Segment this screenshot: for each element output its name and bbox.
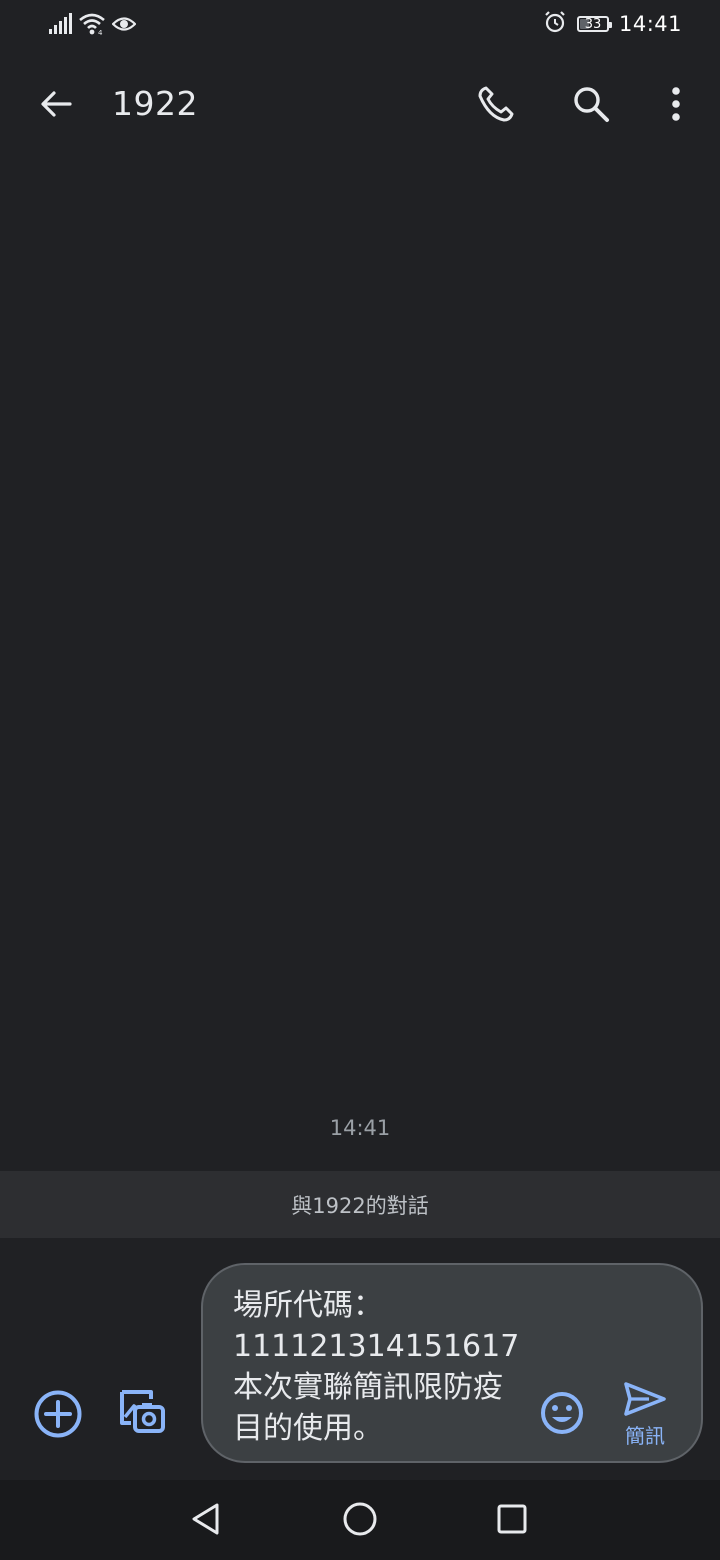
battery-icon: 33 — [576, 16, 612, 32]
gallery-icon — [117, 1387, 167, 1441]
status-right-icons: 33 14:41 — [543, 10, 682, 38]
messages-screen: 4 33 14:41 1922 14:41 與1922的對話 場所代碼： 111… — [0, 0, 720, 1560]
nav-back-button[interactable] — [181, 1496, 231, 1546]
add-circle-icon — [33, 1389, 83, 1443]
gallery-button[interactable] — [114, 1386, 170, 1442]
phone-icon — [477, 85, 515, 127]
wifi-icon: 4 — [78, 12, 106, 40]
navigation-bar — [0, 1480, 720, 1560]
signal-icon — [48, 13, 72, 39]
svg-text:4: 4 — [98, 29, 103, 36]
send-icon — [623, 1380, 667, 1422]
nav-recents-button[interactable] — [487, 1496, 537, 1546]
app-bar: 1922 — [0, 60, 720, 152]
back-button[interactable] — [28, 78, 84, 134]
emoji-icon — [539, 1390, 585, 1440]
conversation-banner: 與1922的對話 — [0, 1171, 720, 1238]
conversation-banner-text: 與1922的對話 — [291, 1193, 429, 1218]
nav-home-button[interactable] — [335, 1496, 385, 1546]
status-time: 14:41 — [618, 12, 682, 36]
battery-level: 33 — [584, 16, 602, 32]
send-button[interactable]: 簡訊 — [612, 1380, 678, 1450]
nav-home-icon — [342, 1501, 378, 1541]
conversation-title: 1922 — [112, 84, 198, 123]
search-button[interactable] — [563, 78, 619, 134]
status-bar: 4 33 14:41 — [0, 0, 720, 50]
message-timestamp: 14:41 — [329, 1116, 391, 1140]
call-button[interactable] — [468, 78, 524, 134]
eye-icon — [111, 15, 137, 37]
status-left-icons: 4 — [48, 12, 137, 40]
emoji-button[interactable] — [537, 1390, 587, 1440]
back-arrow-icon — [38, 86, 74, 126]
send-label: 簡訊 — [625, 1424, 665, 1448]
alarm-icon — [543, 10, 567, 38]
nav-back-icon — [189, 1502, 223, 1540]
message-input[interactable]: 場所代碼： 111121314151617 本次實聯簡訊限防疫目的使用。 — [233, 1285, 523, 1449]
search-icon — [572, 85, 610, 127]
more-vert-icon — [670, 86, 682, 126]
nav-recents-icon — [496, 1503, 528, 1539]
more-options-button[interactable] — [648, 78, 704, 134]
attach-button[interactable] — [30, 1388, 86, 1444]
